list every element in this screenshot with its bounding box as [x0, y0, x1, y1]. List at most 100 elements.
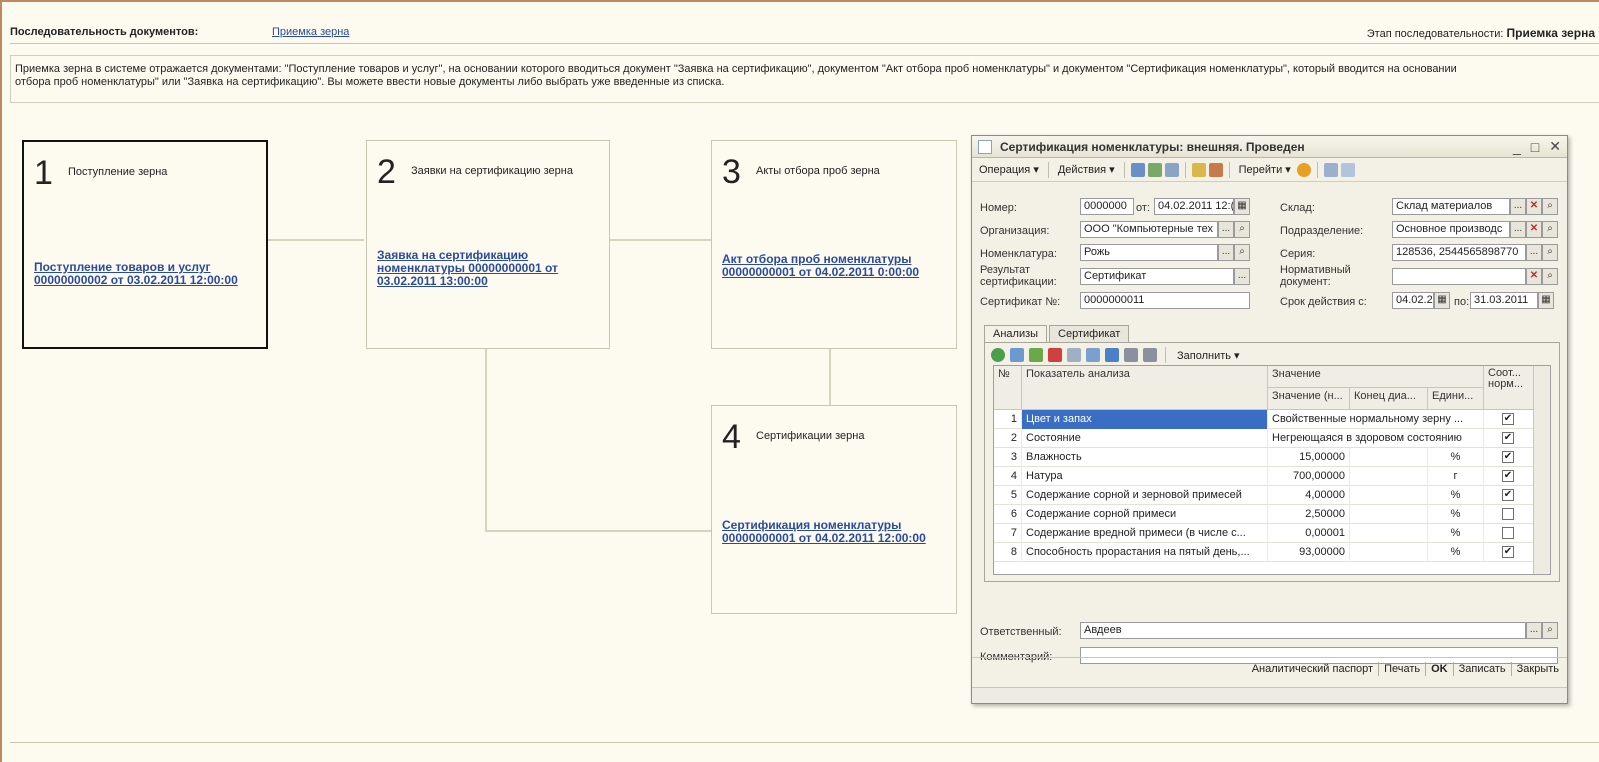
unpost-icon[interactable] — [1164, 162, 1179, 177]
table-row[interactable]: 6 Содержание сорной примеси 2,50000% — [994, 505, 1534, 524]
table-row[interactable]: 7 Содержание вредной примеси (в числе с..… — [994, 524, 1534, 543]
conform-checkbox[interactable]: ✔ — [1502, 451, 1514, 463]
result-select-button[interactable]: ... — [1234, 268, 1250, 285]
save-button[interactable]: Записать — [1459, 663, 1506, 675]
range-end-cell[interactable] — [1350, 467, 1428, 486]
valid-to-field[interactable]: 31.03.2011 — [1470, 292, 1538, 309]
step-2-document-link[interactable]: Заявка на сертификацию номенклатуры 0000… — [377, 249, 601, 288]
step-3-box[interactable]: 3 Акты отбора проб зерна Акт отбора проб… — [711, 140, 957, 349]
date-field[interactable]: 04.02.2011 12:( — [1154, 198, 1234, 215]
table-row[interactable]: 3 Влажность 15,00000% ✔ — [994, 448, 1534, 467]
row-number-cell[interactable]: 6 — [994, 505, 1022, 524]
value-cell[interactable]: Негреющаяся в здоровом состоянию — [1268, 429, 1484, 448]
normdoc-clear-icon[interactable]: ✕ — [1526, 268, 1542, 285]
column-header-value[interactable]: Значение — [1268, 366, 1484, 388]
table-scrollbar[interactable] — [1533, 366, 1550, 574]
column-header-indicator[interactable]: Показатель анализа — [1022, 366, 1268, 410]
value-cell[interactable]: 93,00000 — [1268, 543, 1350, 562]
move-down-icon[interactable] — [1105, 348, 1119, 362]
department-open-icon[interactable]: ⌕ — [1542, 221, 1558, 238]
indicator-cell[interactable]: Способность прорастания на пятый день,..… — [1022, 543, 1268, 562]
department-field[interactable]: Основное производс — [1392, 221, 1510, 238]
step-1-box[interactable]: 1 Поступление зерна Поступление товаров … — [22, 140, 268, 349]
conform-checkbox[interactable]: ✔ — [1502, 413, 1514, 425]
fill-menu[interactable]: Заполнить ▾ — [1174, 349, 1243, 362]
responsible-open-icon[interactable]: ⌕ — [1542, 622, 1558, 639]
indicator-cell[interactable]: Содержание вредной примеси (в числе с... — [1022, 524, 1268, 543]
range-end-cell[interactable] — [1350, 486, 1428, 505]
range-end-cell[interactable] — [1350, 543, 1428, 562]
indicator-cell[interactable]: Состояние — [1022, 429, 1268, 448]
step-4-document-link[interactable]: Сертификация номенклатуры 00000000001 от… — [722, 519, 948, 545]
unit-cell[interactable]: г — [1428, 467, 1484, 486]
valid-from-calendar-icon[interactable]: ▦ — [1434, 292, 1450, 309]
unit-cell[interactable]: % — [1428, 543, 1484, 562]
organization-open-icon[interactable]: ⌕ — [1234, 221, 1250, 238]
maximize-button[interactable]: □ — [1531, 139, 1539, 155]
responsible-select-button[interactable]: ... — [1526, 622, 1542, 639]
organization-field[interactable]: ООО "Компьютерные тех — [1080, 221, 1218, 238]
row-number-cell[interactable]: 5 — [994, 486, 1022, 505]
indicator-cell[interactable]: Цвет и запах — [1022, 410, 1268, 429]
valid-from-field[interactable]: 04.02.2 — [1392, 292, 1434, 309]
unit-cell[interactable]: % — [1428, 524, 1484, 543]
save-post-icon[interactable] — [1130, 162, 1145, 177]
value-cell[interactable]: 700,00000 — [1268, 467, 1350, 486]
nomenclature-open-icon[interactable]: ⌕ — [1234, 244, 1250, 261]
table-row[interactable]: 8 Способность прорастания на пятый день,.… — [994, 543, 1534, 562]
structure-icon[interactable] — [1208, 162, 1223, 177]
post-icon[interactable] — [1147, 162, 1162, 177]
tab-certificate[interactable]: Сертификат — [1049, 325, 1130, 342]
row-number-cell[interactable]: 8 — [994, 543, 1022, 562]
row-number-cell[interactable]: 1 — [994, 410, 1022, 429]
ok-button[interactable]: OK — [1431, 663, 1448, 675]
department-clear-icon[interactable]: ✕ — [1526, 221, 1542, 238]
row-number-cell[interactable]: 4 — [994, 467, 1022, 486]
value-cell[interactable]: 0,00001 — [1268, 524, 1350, 543]
table-row[interactable]: 1 Цвет и запах Свойственные нормальному зе… — [994, 410, 1534, 429]
column-header-conform[interactable]: Соот... норм... — [1484, 366, 1534, 410]
conform-checkbox[interactable]: ✔ — [1502, 546, 1514, 558]
sequence-link[interactable]: Приемка зерна — [272, 26, 349, 38]
based-on-icon[interactable] — [1191, 162, 1206, 177]
step-3-document-link[interactable]: Акт отбора проб номенклатуры 00000000001… — [722, 253, 948, 279]
range-end-cell[interactable] — [1350, 448, 1428, 467]
department-select-button[interactable]: ... — [1510, 221, 1526, 238]
add-row-icon[interactable] — [991, 348, 1005, 362]
unit-cell[interactable]: % — [1428, 448, 1484, 467]
conform-checkbox[interactable] — [1502, 508, 1514, 520]
minimize-button[interactable]: _ — [1513, 139, 1521, 155]
column-header-value-start[interactable]: Значение (н... — [1268, 388, 1350, 410]
value-cell[interactable]: Свойственные нормальному зерну ... — [1268, 410, 1484, 429]
warehouse-clear-icon[interactable]: ✕ — [1526, 198, 1542, 215]
indicator-cell[interactable]: Влажность — [1022, 448, 1268, 467]
analytic-passport-button[interactable]: Аналитический паспорт — [1252, 663, 1373, 675]
warehouse-field[interactable]: Склад материалов — [1392, 198, 1510, 215]
responsible-field[interactable]: Авдеев — [1080, 622, 1526, 639]
value-cell[interactable]: 15,00000 — [1268, 448, 1350, 467]
conform-checkbox[interactable]: ✔ — [1502, 470, 1514, 482]
table-row[interactable]: 2 Состояние Негреющаяся в здоровом состоян… — [994, 429, 1534, 448]
sort-desc-icon[interactable] — [1143, 348, 1157, 362]
indicator-cell[interactable]: Содержание сорной примеси — [1022, 505, 1268, 524]
certification-result-field[interactable]: Сертификат — [1080, 268, 1234, 285]
end-edit-icon[interactable] — [1067, 348, 1081, 362]
valid-to-calendar-icon[interactable]: ▦ — [1538, 292, 1554, 309]
operation-menu[interactable]: Операция ▾ — [976, 163, 1042, 176]
certification-window[interactable]: Сертификация номенклатуры: внешняя. Пров… — [971, 135, 1568, 704]
normative-document-field[interactable] — [1392, 268, 1526, 285]
close-form-button[interactable]: Закрыть — [1517, 663, 1559, 675]
row-number-cell[interactable]: 2 — [994, 429, 1022, 448]
list-icon[interactable] — [1323, 162, 1338, 177]
warehouse-open-icon[interactable]: ⌕ — [1542, 198, 1558, 215]
range-end-cell[interactable] — [1350, 524, 1428, 543]
actions-menu[interactable]: Действия ▾ — [1055, 163, 1118, 176]
step-1-document-link[interactable]: Поступление товаров и услуг 00000000002 … — [34, 261, 258, 287]
indicator-cell[interactable]: Содержание сорной и зерновой примесей — [1022, 486, 1268, 505]
goto-menu[interactable]: Перейти ▾ — [1236, 163, 1294, 176]
copy-row-icon[interactable] — [1010, 348, 1024, 362]
value-cell[interactable]: 2,50000 — [1268, 505, 1350, 524]
series-open-icon[interactable]: ⌕ — [1542, 244, 1558, 261]
number-field[interactable]: 0000000 — [1080, 198, 1134, 215]
print-button[interactable]: Печать — [1384, 663, 1420, 675]
